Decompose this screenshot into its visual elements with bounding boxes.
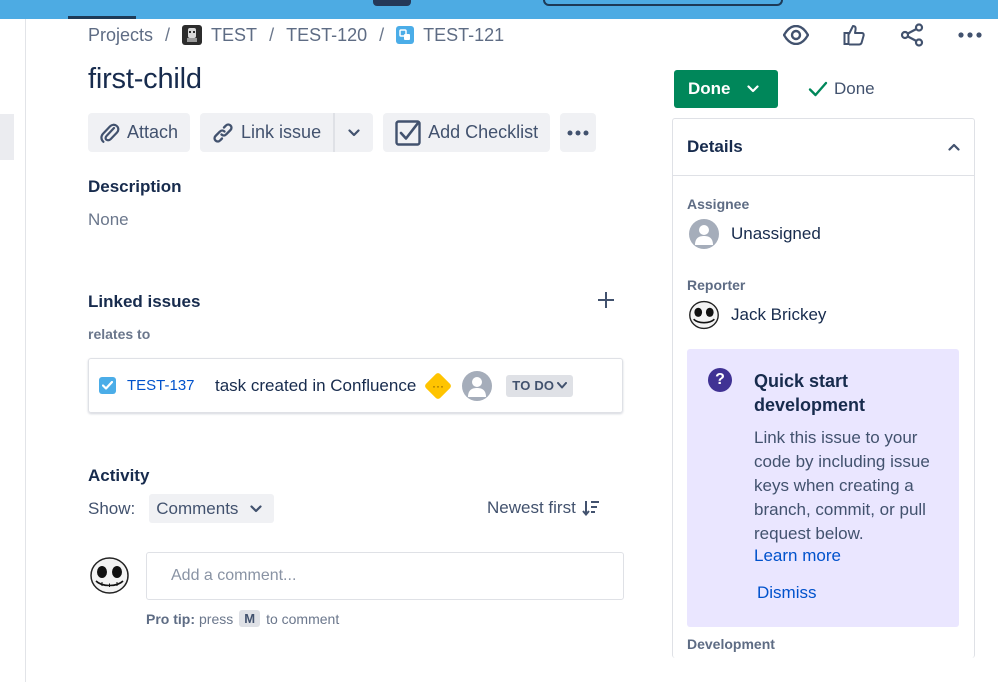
learn-more-link[interactable]: Learn more: [754, 546, 841, 566]
description-heading: Description: [88, 177, 182, 196]
checklist-icon: [395, 119, 421, 146]
unassigned-avatar-icon[interactable]: [462, 370, 493, 401]
breadcrumb-current-issue[interactable]: TEST-121: [423, 25, 504, 46]
chevron-up-icon: [948, 143, 960, 151]
breadcrumb-separator: /: [165, 24, 171, 45]
linked-issue-summary[interactable]: task created in Confluence: [215, 376, 416, 396]
activity-show-label: Show:: [88, 498, 136, 518]
add-checklist-button[interactable]: Add Checklist: [383, 113, 551, 152]
sort-order-label: Newest first: [487, 498, 576, 517]
description-value[interactable]: None: [88, 210, 129, 230]
more-horizontal-icon: [567, 130, 589, 135]
share-icon: [900, 23, 924, 47]
link-issue-label: Link issue: [241, 122, 322, 142]
keyboard-shortcut-key: M: [239, 610, 261, 627]
linked-issue-key[interactable]: TEST-137: [127, 377, 205, 394]
thumbs-up-icon: [843, 25, 865, 46]
share-button[interactable]: [892, 20, 932, 50]
add-checklist-label: Add Checklist: [428, 122, 539, 142]
quick-start-card: ? Quick start development Link this issu…: [687, 349, 959, 627]
reporter-label: Reporter: [687, 277, 746, 293]
active-tab-indicator: [68, 16, 136, 19]
link-issue-dropdown-button[interactable]: [333, 113, 374, 152]
sidebar-handle[interactable]: [0, 114, 14, 160]
breadcrumb-project[interactable]: TEST: [211, 25, 257, 46]
task-checkbox-icon: [99, 377, 116, 394]
link-issue-button[interactable]: Link issue: [200, 113, 334, 152]
current-user-avatar: [90, 557, 129, 594]
breadcrumb-separator: /: [269, 24, 275, 45]
more-actions-button[interactable]: [950, 20, 990, 50]
chevron-down-icon: [348, 128, 360, 136]
assignee-label: Assignee: [687, 196, 750, 212]
linked-issue-row[interactable]: TEST-137 task created in Confluence ··· …: [88, 358, 623, 413]
resolution-label: Done: [834, 79, 875, 98]
pro-tip-label: Pro tip:: [146, 610, 195, 627]
comment-input[interactable]: Add a comment...: [146, 552, 624, 600]
chevron-down-icon: [250, 504, 263, 513]
left-sidebar: [0, 19, 26, 682]
top-navigation-bar: [0, 0, 998, 19]
activity-heading: Activity: [88, 466, 150, 485]
quick-start-title: Quick start development: [754, 371, 866, 415]
link-icon: [212, 122, 234, 144]
more-horizontal-icon: [958, 32, 982, 38]
breadcrumb-projects[interactable]: Projects: [88, 25, 153, 46]
assignee-value: Unassigned: [731, 224, 821, 243]
vote-button[interactable]: [834, 20, 874, 50]
breadcrumb-parent-issue[interactable]: TEST-120: [286, 25, 367, 46]
activity-show-select[interactable]: Comments: [149, 494, 275, 523]
watch-button[interactable]: [776, 20, 816, 50]
reporter-field[interactable]: Jack Brickey: [689, 300, 826, 330]
pro-tip: Pro tip: press M to comment: [146, 610, 339, 627]
plus-icon: [598, 292, 614, 308]
subtask-icon: [396, 26, 415, 44]
dismiss-button[interactable]: Dismiss: [757, 583, 817, 603]
sort-descending-icon: [582, 500, 600, 516]
assignee-field[interactable]: Unassigned: [689, 219, 821, 249]
medium-priority-icon: ···: [424, 371, 453, 400]
comment-placeholder: Add a comment...: [171, 567, 297, 584]
question-icon: ?: [708, 368, 732, 392]
details-panel: Details Assignee Unassigned Reporter Jac…: [672, 118, 975, 658]
pro-tip-press: press: [199, 610, 234, 627]
linked-issues-heading: Linked issues: [88, 292, 201, 311]
issue-title[interactable]: first-child: [88, 63, 202, 96]
pro-tip-rest: to comment: [266, 610, 340, 627]
development-label: Development: [687, 636, 775, 652]
sort-order-button[interactable]: Newest first: [487, 498, 600, 518]
eye-icon: [783, 25, 809, 45]
attach-button[interactable]: Attach: [88, 113, 191, 152]
project-avatar-icon: [182, 25, 203, 45]
reporter-value: Jack Brickey: [731, 305, 827, 324]
status-button-label: Done: [688, 79, 731, 98]
nav-notch: [373, 0, 411, 6]
linked-issue-status[interactable]: TO DO: [506, 374, 574, 397]
breadcrumb-separator: /: [379, 24, 385, 45]
details-header[interactable]: Details: [673, 119, 974, 176]
linked-issue-status-label: TO DO: [512, 378, 555, 393]
details-heading: Details: [687, 137, 743, 156]
chevron-down-icon: [557, 382, 568, 389]
toolbar-more-button[interactable]: [560, 113, 597, 152]
paperclip-icon: [100, 122, 120, 144]
add-linked-issue-button[interactable]: [594, 289, 618, 313]
issue-toolbar: Attach Link issue Add Checklist: [88, 113, 606, 152]
resolution-indicator: Done: [808, 79, 875, 99]
activity-filter: Show: Comments: [88, 494, 275, 523]
nav-search-box[interactable]: [543, 0, 783, 6]
breadcrumb: Projects / TEST / TEST-120 / TEST-121: [88, 24, 504, 46]
reporter-avatar: [689, 300, 719, 330]
attach-label: Attach: [127, 122, 179, 142]
unassigned-avatar-icon: [689, 219, 719, 249]
chevron-down-icon: [746, 85, 759, 93]
checkmark-icon: [808, 81, 828, 97]
quick-start-body: Link this issue to your code by includin…: [754, 428, 930, 543]
status-transition-button[interactable]: Done: [674, 70, 778, 108]
activity-show-value: Comments: [156, 498, 239, 518]
issue-actions: [776, 20, 998, 50]
relation-type-label: relates to: [88, 326, 151, 342]
